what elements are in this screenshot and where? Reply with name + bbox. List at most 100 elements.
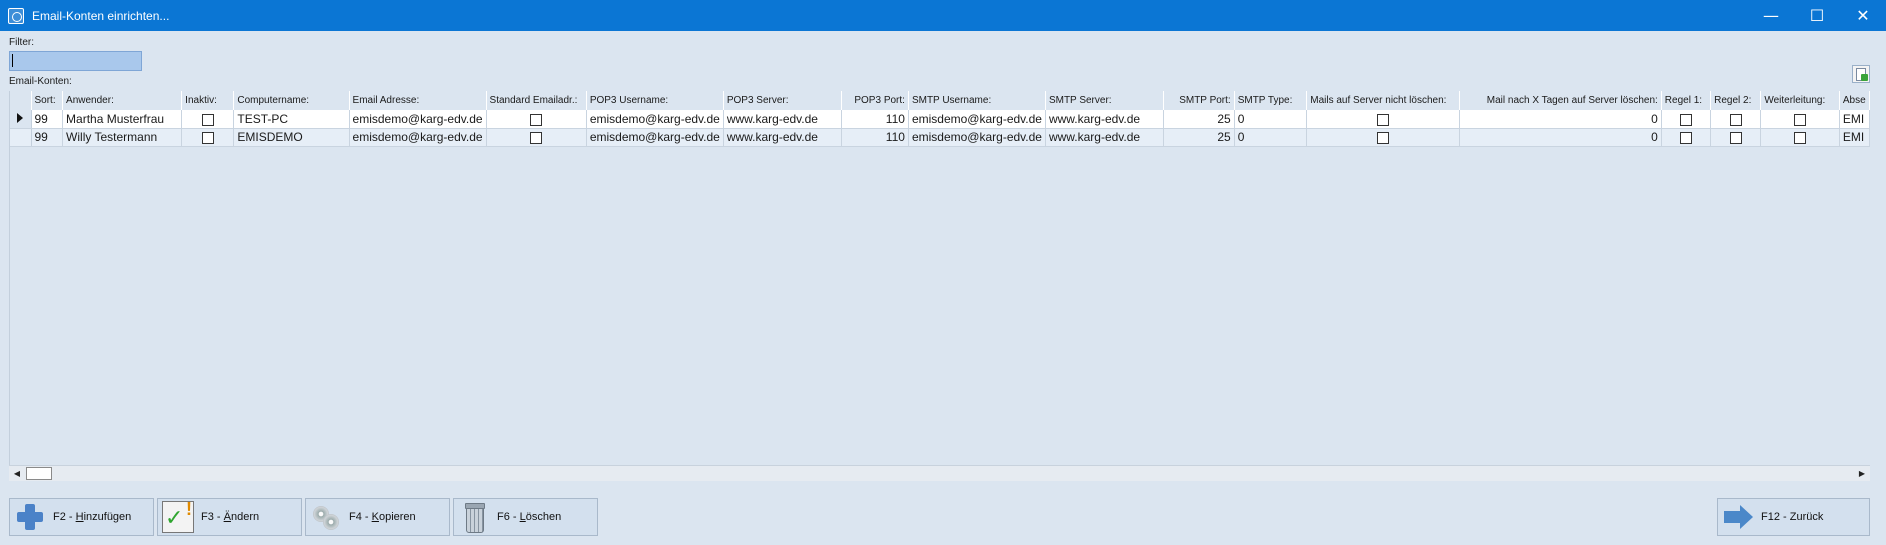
col-header-smtp-user[interactable]: SMTP Username:	[908, 91, 1046, 110]
rule2-checkbox[interactable]	[1729, 113, 1742, 126]
cell-smtp-user[interactable]: emisdemo@karg-edv.de	[908, 110, 1046, 129]
col-header-inactive[interactable]: Inaktiv:	[181, 91, 235, 110]
minimize-button[interactable]: —	[1748, 0, 1794, 31]
export-icon[interactable]	[1852, 65, 1870, 83]
col-header-sender[interactable]: Abse	[1839, 91, 1870, 110]
delete-button-label: F6 - Löschen	[497, 511, 562, 523]
edit-button-label: F3 - Ändern	[201, 511, 260, 523]
cell-sort[interactable]: 99	[31, 128, 64, 147]
cell-inactive[interactable]	[181, 128, 235, 147]
cell-forward[interactable]	[1760, 128, 1840, 147]
scroll-right-icon[interactable]: ▶	[1854, 466, 1870, 481]
add-button-label: F2 - Hinzufügen	[53, 511, 132, 523]
col-header-smtp-type[interactable]: SMTP Type:	[1234, 91, 1308, 110]
cell-pop3-port[interactable]: 110	[841, 128, 909, 147]
cell-smtp-user[interactable]: emisdemo@karg-edv.de	[908, 128, 1046, 147]
maximize-button[interactable]: ☐	[1794, 0, 1840, 31]
cell-rule2[interactable]	[1710, 128, 1762, 147]
rule1-checkbox[interactable]	[1679, 113, 1692, 126]
rule2-checkbox[interactable]	[1729, 131, 1742, 144]
cell-rule1[interactable]	[1661, 128, 1712, 147]
delete-button[interactable]: F6 - Löschen	[453, 498, 598, 536]
col-header-email[interactable]: Email Adresse:	[349, 91, 487, 110]
cell-smtp-type[interactable]: 0	[1234, 110, 1308, 129]
col-header-rule1[interactable]: Regel 1:	[1661, 91, 1712, 110]
inactive-checkbox[interactable]	[201, 113, 214, 126]
cell-sender[interactable]: EMI	[1839, 110, 1870, 129]
forward-checkbox[interactable]	[1794, 131, 1807, 144]
cell-inactive[interactable]	[181, 110, 235, 129]
cell-computer[interactable]: TEST-PC	[233, 110, 350, 129]
cell-smtp-port[interactable]: 25	[1163, 110, 1235, 129]
text-caret	[12, 54, 13, 67]
back-button[interactable]: F12 - Zurück	[1717, 498, 1870, 536]
col-header-rule2[interactable]: Regel 2:	[1710, 91, 1762, 110]
cell-pop3-server[interactable]: www.karg-edv.de	[723, 110, 843, 129]
cell-user[interactable]: Martha Musterfrau	[62, 110, 183, 129]
cell-standard[interactable]	[486, 110, 587, 129]
back-button-label: F12 - Zurück	[1761, 511, 1824, 523]
cell-smtp-server[interactable]: www.karg-edv.de	[1045, 128, 1165, 147]
col-header-keep-on-server[interactable]: Mails auf Server nicht löschen:	[1306, 91, 1460, 110]
col-header-smtp-port[interactable]: SMTP Port:	[1163, 91, 1235, 110]
cell-standard[interactable]	[486, 128, 587, 147]
cell-pop3-user[interactable]: emisdemo@karg-edv.de	[586, 128, 724, 147]
cell-smtp-type[interactable]: 0	[1234, 128, 1308, 147]
col-header-pop3-server[interactable]: POP3 Server:	[723, 91, 843, 110]
cell-sender[interactable]: EMI	[1839, 128, 1870, 147]
scroll-left-icon[interactable]: ◀	[9, 466, 25, 481]
copy-button-label: F4 - Kopieren	[349, 511, 416, 523]
col-header-smtp-server[interactable]: SMTP Server:	[1045, 91, 1165, 110]
keep-on-server-checkbox[interactable]	[1377, 113, 1390, 126]
add-button[interactable]: F2 - Hinzufügen	[9, 498, 154, 536]
title-bar: Email-Konten einrichten... — ☐ ✕	[0, 0, 1886, 31]
table-row[interactable]: 99 Willy Testermann EMISDEMO emisdemo@ka…	[10, 128, 1870, 147]
plus-icon	[14, 501, 46, 533]
edit-check-icon	[162, 499, 194, 533]
cell-keep-on-server[interactable]	[1306, 128, 1460, 147]
cell-smtp-port[interactable]: 25	[1163, 128, 1235, 147]
inactive-checkbox[interactable]	[201, 131, 214, 144]
cell-smtp-server[interactable]: www.karg-edv.de	[1045, 110, 1165, 129]
cell-user[interactable]: Willy Testermann	[62, 128, 183, 147]
cell-forward[interactable]	[1760, 110, 1840, 129]
cell-computer[interactable]: EMISDEMO	[233, 128, 350, 147]
rule1-checkbox[interactable]	[1679, 131, 1692, 144]
row-selector[interactable]	[10, 110, 32, 129]
cell-rule1[interactable]	[1661, 110, 1712, 129]
keep-on-server-checkbox[interactable]	[1377, 131, 1390, 144]
cell-keep-on-server[interactable]	[1306, 110, 1460, 129]
scrollbar-thumb[interactable]	[26, 467, 52, 480]
col-header-forward[interactable]: Weiterleitung:	[1760, 91, 1840, 110]
standard-checkbox[interactable]	[530, 131, 543, 144]
standard-checkbox[interactable]	[530, 113, 543, 126]
email-accounts-grid: Sort: Anwender: Inaktiv: Computername: E…	[9, 91, 1870, 465]
col-header-computer[interactable]: Computername:	[233, 91, 350, 110]
col-header-pop3-user[interactable]: POP3 Username:	[586, 91, 724, 110]
close-button[interactable]: ✕	[1840, 0, 1886, 31]
cell-sort[interactable]: 99	[31, 110, 64, 129]
col-header-user[interactable]: Anwender:	[62, 91, 183, 110]
cell-email[interactable]: emisdemo@karg-edv.de	[349, 110, 487, 129]
app-icon	[8, 7, 24, 24]
cell-delete-after-days[interactable]: 0	[1459, 128, 1662, 147]
col-header-pop3-port[interactable]: POP3 Port:	[841, 91, 909, 110]
edit-button[interactable]: F3 - Ändern	[157, 498, 302, 536]
cell-pop3-user[interactable]: emisdemo@karg-edv.de	[586, 110, 724, 129]
cell-rule2[interactable]	[1710, 110, 1762, 129]
col-header-standard[interactable]: Standard Emailadr.:	[486, 91, 587, 110]
horizontal-scrollbar[interactable]: ◀ ▶	[9, 465, 1870, 481]
window-controls: — ☐ ✕	[1748, 0, 1886, 31]
cell-pop3-port[interactable]: 110	[841, 110, 909, 129]
grid-label: Email-Konten:	[9, 76, 72, 87]
cell-delete-after-days[interactable]: 0	[1459, 110, 1662, 129]
cell-pop3-server[interactable]: www.karg-edv.de	[723, 128, 843, 147]
copy-button[interactable]: F4 - Kopieren	[305, 498, 450, 536]
table-row[interactable]: 99 Martha Musterfrau TEST-PC emisdemo@ka…	[10, 110, 1870, 129]
forward-checkbox[interactable]	[1794, 113, 1807, 126]
col-header-sort[interactable]: Sort:	[31, 91, 64, 110]
row-selector[interactable]	[10, 128, 32, 147]
col-header-delete-after-days[interactable]: Mail nach X Tagen auf Server löschen:	[1459, 91, 1662, 110]
cell-email[interactable]: emisdemo@karg-edv.de	[349, 128, 487, 147]
filter-input[interactable]	[9, 51, 142, 71]
